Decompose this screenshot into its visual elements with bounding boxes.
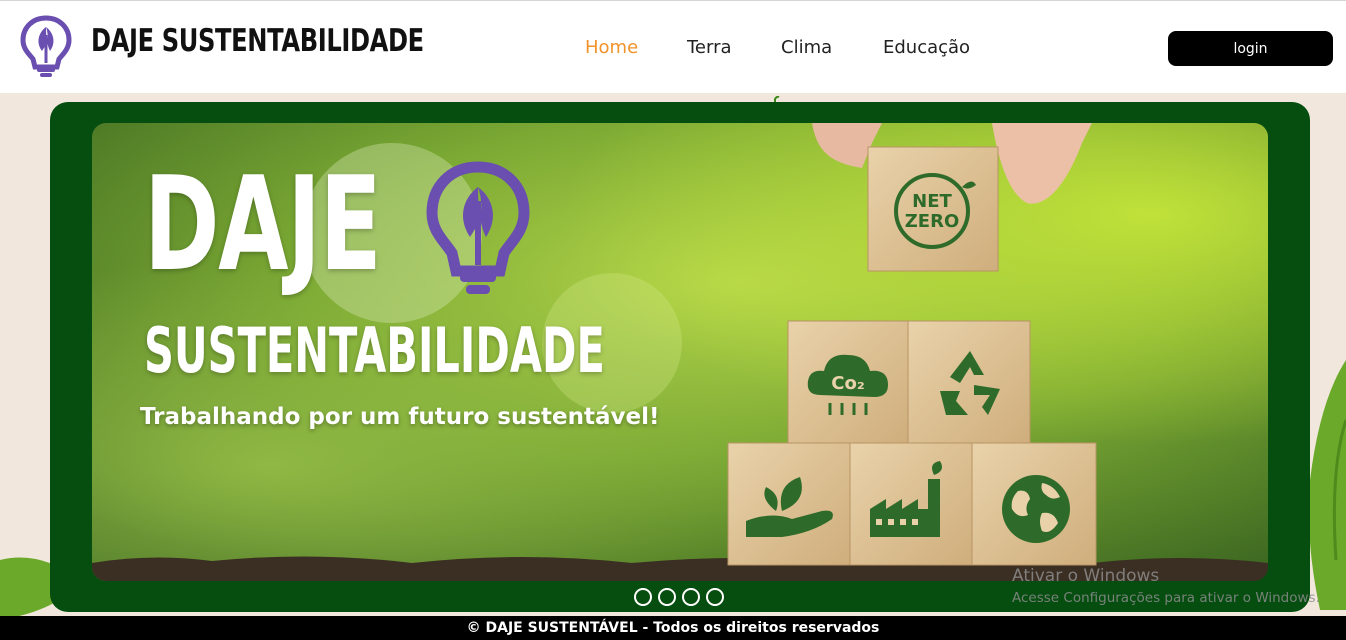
net-zero-icon: NET ZERO: [894, 173, 976, 249]
site-footer: © DAJE SUSTENTÁVEL - Todos os direitos r…: [0, 616, 1346, 640]
hero-subtitle: SUSTENTABILIDADE: [144, 314, 605, 387]
carousel-dot-4[interactable]: [706, 588, 724, 606]
hero-carousel: NET ZERO Co₂ DAJE SUSTENTABILIDADE Traba…: [50, 102, 1310, 612]
nav-terra[interactable]: Terra: [687, 37, 732, 61]
svg-text:NET: NET: [912, 191, 952, 212]
windows-activation-title: Ativar o Windows: [1012, 566, 1160, 586]
windows-activation-text: Acesse Configurações para ativar o Windo…: [1012, 590, 1320, 606]
hero-bulb-leaf-icon: [426, 161, 530, 294]
site-header: DAJE SUSTENTABILIDADE Home Terra Clima E…: [0, 0, 1346, 93]
globe-icon: [1002, 475, 1070, 543]
recycle-icon: [940, 351, 1000, 415]
factory-icon: [870, 461, 942, 537]
brand-title: DAJE SUSTENTABILIDADE: [91, 23, 424, 59]
carousel-dot-3[interactable]: [682, 588, 700, 606]
bulb-leaf-logo-icon[interactable]: [20, 15, 72, 79]
nav-home[interactable]: Home: [585, 37, 638, 61]
svg-text:Co₂: Co₂: [831, 373, 864, 394]
login-button[interactable]: login: [1168, 31, 1333, 66]
hero-slide[interactable]: NET ZERO Co₂ DAJE SUSTENTABILIDADE Traba…: [92, 123, 1268, 581]
nav-clima[interactable]: Clima: [781, 37, 832, 61]
hero-tagline: Trabalhando por um futuro sustentável!: [140, 404, 660, 430]
hero-title: DAJE: [144, 148, 382, 300]
svg-text:ZERO: ZERO: [905, 211, 960, 232]
carousel-dot-2[interactable]: [658, 588, 676, 606]
hand-leaf-icon: [746, 477, 833, 537]
carousel-dot-1[interactable]: [634, 588, 652, 606]
co2-cloud-icon: Co₂: [807, 354, 888, 415]
nav-educacao[interactable]: Educação: [883, 37, 970, 61]
